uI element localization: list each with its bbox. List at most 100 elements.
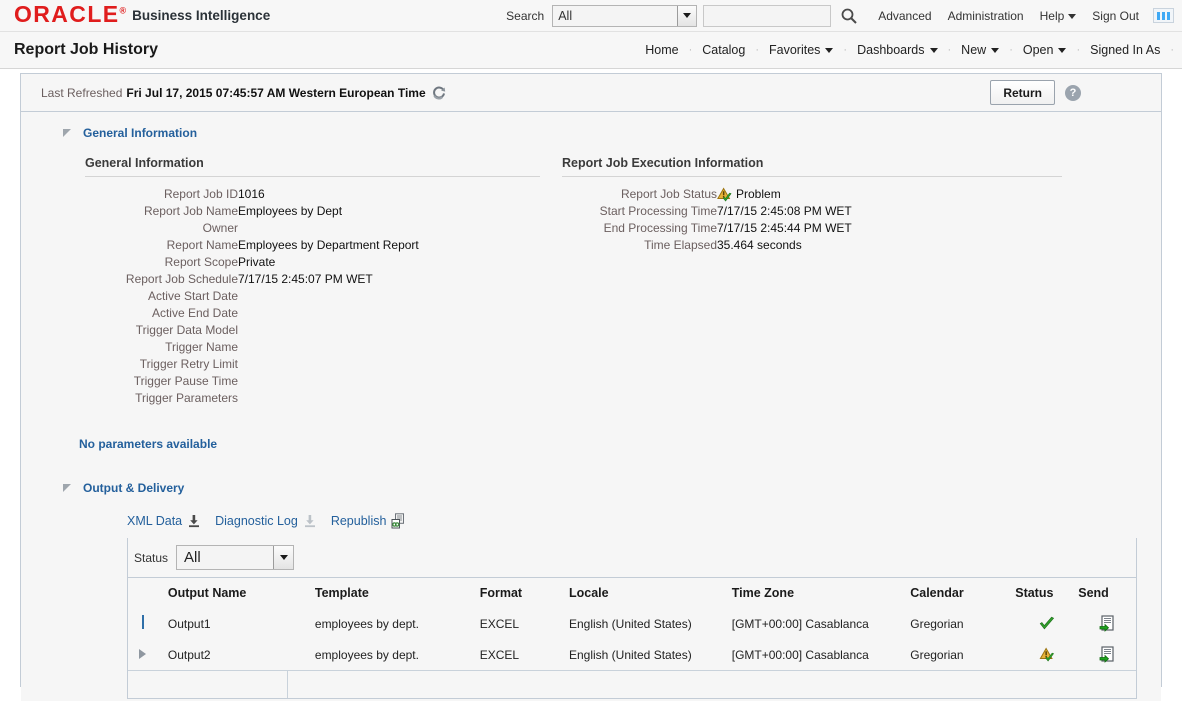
nav-item-catalog[interactable]: Catalog: [692, 43, 755, 57]
status-filter-value: All: [184, 549, 201, 566]
send-document-icon[interactable]: [1078, 615, 1136, 632]
grid-bar: [1157, 11, 1160, 20]
kv-label: Trigger Pause Time: [133, 374, 238, 388]
column-header-template[interactable]: Template: [314, 578, 480, 608]
column-header-status[interactable]: Status: [1015, 578, 1079, 608]
kv-label: Trigger Data Model: [135, 323, 238, 337]
app-grid-icon[interactable]: [1153, 8, 1174, 23]
nav-item-home[interactable]: Home: [635, 43, 688, 57]
nav-item-favorites[interactable]: Favorites: [759, 43, 843, 57]
return-button[interactable]: Return: [990, 80, 1055, 105]
registered-mark: ®: [119, 5, 127, 16]
kv-row: Report Name Employees by Department Repor…: [85, 237, 540, 254]
kv-label: Trigger Retry Limit: [139, 357, 238, 371]
column-header-send[interactable]: Send: [1078, 578, 1136, 608]
nav-item-new[interactable]: New: [951, 43, 1009, 57]
header-link-help[interactable]: Help: [1040, 9, 1077, 23]
kv-label: Report Job Status: [620, 187, 717, 201]
product-name: Business Intelligence: [132, 8, 271, 23]
grid-bar: [1167, 11, 1170, 20]
kv-label: Report Job Name: [143, 204, 238, 218]
kv-row: Trigger Parameters: [85, 390, 540, 407]
row-expander-selected[interactable]: [128, 608, 168, 639]
header-link-label: Administration: [947, 8, 1024, 23]
row-expander-collapsed[interactable]: [128, 639, 168, 670]
chevron-down-icon[interactable]: [273, 546, 294, 569]
warning-check-icon: [717, 187, 732, 202]
global-header: ORACLE® Business Intelligence Search All…: [0, 0, 1182, 32]
last-refreshed-bar: Last Refreshed Fri Jul 17, 2015 07:45:57…: [21, 74, 1161, 112]
help-icon[interactable]: ?: [1065, 84, 1081, 101]
header-link-sign-out[interactable]: Sign Out: [1092, 9, 1139, 23]
kv-label: Report Name: [166, 238, 238, 252]
download-icon[interactable]: [187, 514, 201, 528]
status-filter-label: Status: [134, 550, 169, 565]
kv-row: Active Start Date: [85, 288, 540, 305]
chevron-down-icon[interactable]: [677, 5, 697, 26]
table-row[interactable]: Output1 employees by dept. EXCEL English…: [128, 608, 1136, 639]
kv-label: Report Job ID: [163, 187, 238, 201]
table-header-row: Output Name Template Format Locale Time …: [128, 578, 1136, 608]
refresh-bar-actions: Return ?: [990, 80, 1161, 105]
selected-row-bar-icon: [142, 615, 144, 629]
search-input[interactable]: [703, 4, 832, 27]
nav-item-dashboards[interactable]: Dashboards: [847, 43, 947, 57]
disclosure-triangle-icon[interactable]: [63, 484, 71, 492]
chevron-down-icon: [991, 48, 1000, 53]
kv-value: [238, 305, 540, 322]
send-document-icon[interactable]: [1078, 646, 1136, 663]
search-icon[interactable]: [836, 4, 862, 28]
general-information-section-header[interactable]: General Information: [21, 126, 1161, 140]
page-body: General Information General Information …: [21, 126, 1161, 701]
page-title-bar: Report Job History Home · Catalog · Favo…: [0, 32, 1182, 69]
cell-calendar: Gregorian: [910, 639, 1016, 670]
cell-locale: English (United States): [568, 639, 732, 670]
content-frame: Last Refreshed Fri Jul 17, 2015 07:45:57…: [20, 73, 1162, 701]
section-title: General Information: [83, 126, 198, 140]
header-link-label: Help: [1039, 8, 1065, 23]
column-header-time-zone[interactable]: Time Zone: [731, 578, 911, 608]
kv-label: Time Elapsed: [644, 238, 717, 252]
kv-label: End Processing Time: [603, 221, 717, 235]
chevron-right-icon[interactable]: [139, 648, 146, 659]
republish-link[interactable]: Republish: [331, 513, 408, 529]
nav-label: Open: [1022, 43, 1054, 57]
nav-label: New: [961, 43, 987, 57]
kv-value: 7/17/15 2:45:07 PM WET: [238, 272, 373, 286]
success-check-icon: [1015, 616, 1078, 631]
search-scope-value: All: [558, 8, 573, 23]
kv-value: [238, 373, 540, 390]
status-filter-select[interactable]: All: [176, 545, 295, 570]
column-header-format[interactable]: Format: [479, 578, 569, 608]
cell-time-zone: [GMT+00:00] Casablanca: [731, 639, 911, 670]
column-header-output-name[interactable]: Output Name: [167, 578, 315, 608]
nav-item-open[interactable]: Open: [1013, 43, 1077, 57]
link-label: XML Data: [127, 514, 183, 528]
nav-label: Favorites: [769, 43, 821, 57]
nav-label: Signed In As: [1090, 43, 1161, 57]
disclosure-triangle-icon[interactable]: [63, 129, 71, 137]
column-header-locale[interactable]: Locale: [568, 578, 732, 608]
oracle-wordmark: ORACLE: [14, 1, 120, 27]
table-row[interactable]: Output2 employees by dept. EXCEL English…: [128, 639, 1136, 670]
refresh-icon[interactable]: [432, 86, 446, 100]
cell-send[interactable]: [1078, 639, 1136, 670]
republish-icon[interactable]: [391, 513, 407, 529]
cell-send[interactable]: [1078, 608, 1136, 639]
execution-information-table: Report Job Status Problem Start Processi…: [562, 186, 1062, 254]
nav-item-signed-in-as[interactable]: Signed In As: [1080, 43, 1170, 57]
header-link-administration[interactable]: Administration: [948, 9, 1024, 23]
divider: [85, 176, 540, 177]
kv-label: Owner: [202, 221, 238, 235]
chevron-down-icon: [929, 48, 938, 53]
xml-data-link[interactable]: XML Data: [127, 514, 201, 528]
kv-value: [238, 339, 540, 356]
kv-value: 7/17/15 2:45:08 PM WET: [717, 204, 852, 218]
column-header-calendar[interactable]: Calendar: [910, 578, 1016, 608]
header-link-advanced[interactable]: Advanced: [878, 9, 931, 23]
output-delivery-section-header[interactable]: Output & Delivery: [21, 481, 1161, 495]
kv-row: Report Job ID 1016: [85, 186, 540, 203]
diagnostic-log-link[interactable]: Diagnostic Log: [215, 514, 317, 528]
search-scope-select[interactable]: All: [552, 4, 698, 27]
last-refreshed-label: Last Refreshed: [41, 85, 123, 100]
